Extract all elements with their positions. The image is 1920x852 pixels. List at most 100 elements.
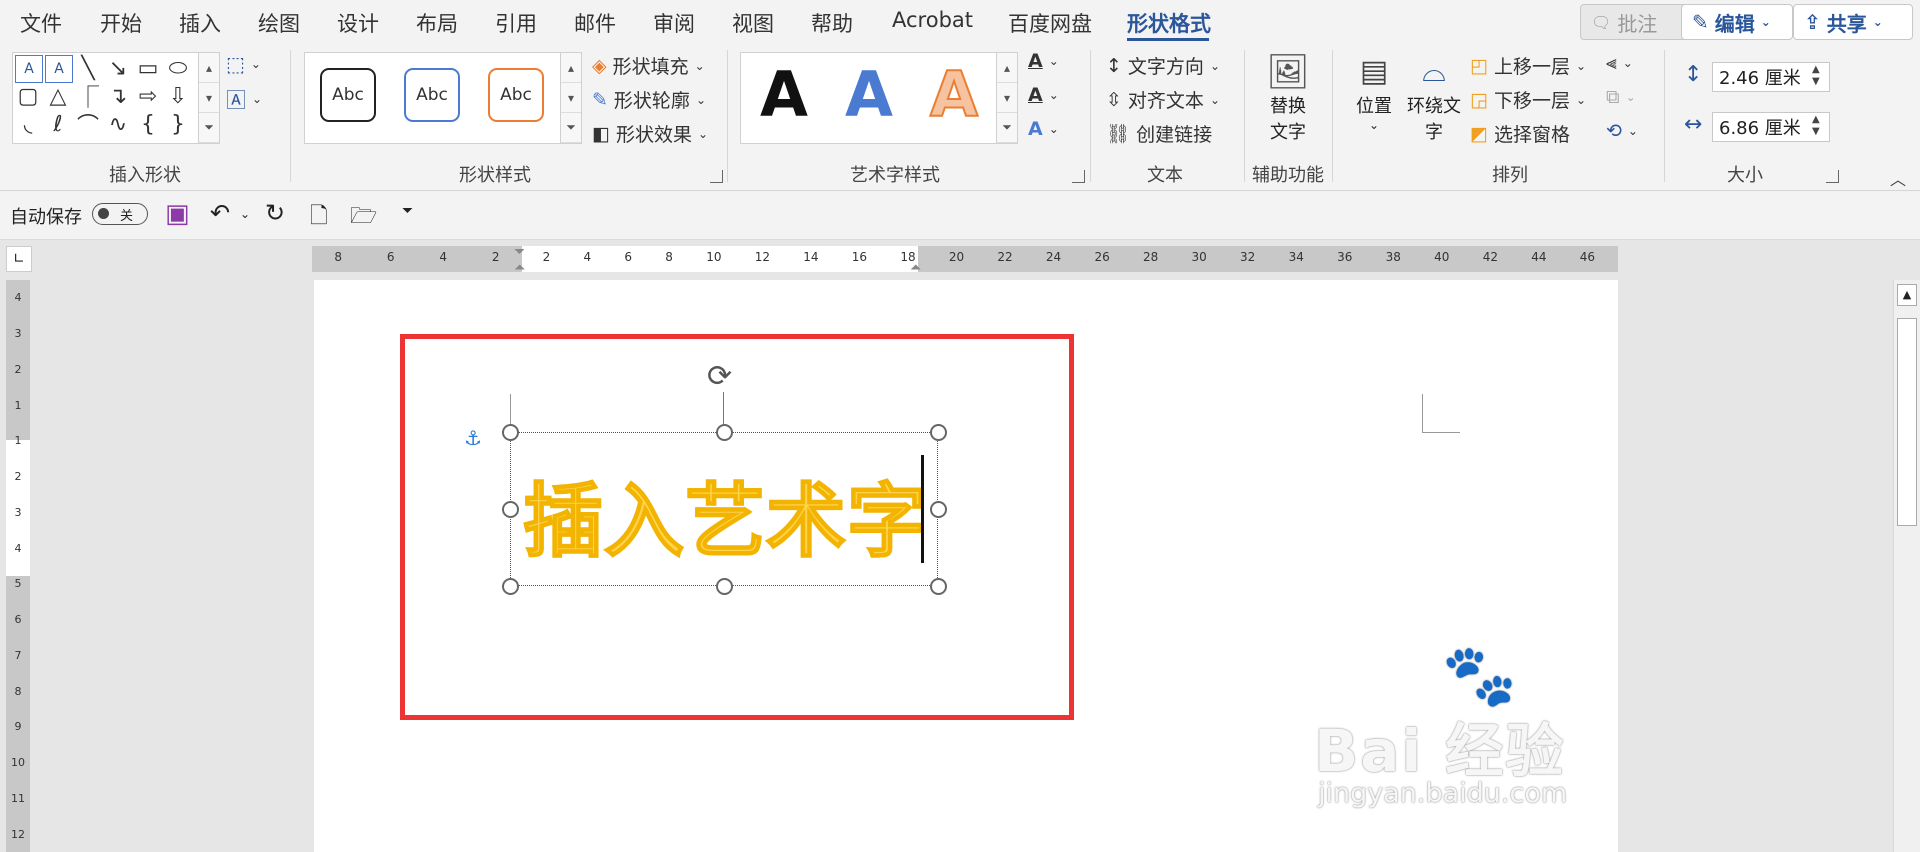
wordart-text[interactable]: 插入艺术字 bbox=[522, 457, 928, 573]
scribble-shape-icon[interactable]: ℓ bbox=[45, 111, 71, 137]
scroll-down-icon[interactable]: ▾ bbox=[561, 83, 581, 113]
scroll-down-icon[interactable]: ▾ bbox=[199, 83, 219, 113]
wordart-preset-blue[interactable]: A bbox=[845, 58, 893, 131]
resize-handle-top-right[interactable] bbox=[930, 424, 947, 441]
dialog-launcher-icon[interactable] bbox=[1826, 170, 1839, 183]
tab-view[interactable]: 视图 bbox=[732, 8, 774, 38]
customize-toolbar-icon[interactable]: ⏷ bbox=[402, 203, 413, 219]
shape-style-gallery-scroll[interactable]: ▴ ▾ ⏷ bbox=[560, 52, 582, 144]
position-button[interactable]: ▤ 位置 ⌄ bbox=[1348, 52, 1400, 152]
tab-home[interactable]: 开始 bbox=[100, 8, 142, 38]
redo-icon[interactable]: ↻ bbox=[265, 199, 285, 227]
resize-handle-left[interactable] bbox=[502, 501, 519, 518]
right-arrow-shape-icon[interactable]: ⇨ bbox=[135, 83, 161, 109]
group-objects-button[interactable]: ⧉ ⌄ bbox=[1606, 86, 1636, 108]
text-box-icon[interactable]: A bbox=[15, 55, 43, 83]
text-effects-button[interactable]: A ⌄ bbox=[1028, 118, 1059, 140]
oval-shape-icon[interactable]: ⬭ bbox=[165, 55, 191, 81]
tab-help[interactable]: 帮助 bbox=[811, 8, 853, 38]
wordart-gallery-scroll[interactable]: ▴ ▾ ⏷ bbox=[996, 52, 1018, 144]
scroll-up-icon[interactable]: ▴ bbox=[199, 53, 219, 83]
wordart-preset-black[interactable]: A bbox=[760, 58, 808, 131]
left-brace-shape-icon[interactable]: { bbox=[135, 111, 161, 137]
tab-baidu-netdisk[interactable]: 百度网盘 bbox=[1008, 8, 1092, 38]
document-page[interactable]: ⚓ ⟳ 插入艺术字 🐾 Bai 经验 jingyan.baidu.com bbox=[314, 280, 1618, 852]
expand-gallery-icon[interactable]: ⏷ bbox=[199, 113, 219, 143]
undo-icon[interactable]: ↶ bbox=[210, 199, 230, 227]
vertical-scrollbar[interactable]: ▲ bbox=[1893, 280, 1920, 852]
triangle-shape-icon[interactable]: △ bbox=[45, 83, 71, 109]
save-icon[interactable]: ▣ bbox=[165, 199, 190, 229]
vertical-text-box-icon[interactable]: A bbox=[45, 55, 73, 83]
tab-mailings[interactable]: 邮件 bbox=[574, 8, 616, 38]
text-direction-button[interactable]: ↕ 文字方向 ⌄ bbox=[1106, 52, 1220, 79]
curve-shape-icon[interactable]: ∿ bbox=[105, 111, 131, 137]
horizontal-ruler[interactable]: 8642 2 4 6 8 10 12 14 16 18 20 22 24 26 28 30 32 34 36 38 4… bbox=[312, 244, 1618, 276]
rotate-handle-icon[interactable]: ⟳ bbox=[707, 362, 732, 392]
vertical-ruler[interactable]: 4 3 2 1 1 2 3 4 5 6 7 8 9 10 11 12 bbox=[6, 280, 30, 852]
scroll-up-button[interactable]: ▲ bbox=[1897, 284, 1917, 306]
open-folder-icon[interactable]: 🗁 bbox=[350, 199, 377, 237]
wordart-text-box[interactable]: 插入艺术字 bbox=[510, 432, 938, 586]
elbow-arrow-connector-icon[interactable]: ↴ bbox=[105, 83, 131, 109]
tab-layout[interactable]: 布局 bbox=[416, 8, 458, 38]
shape-outline-button[interactable]: ✎ 形状轮廓 ⌄ bbox=[592, 86, 706, 113]
resize-handle-bottom-left[interactable] bbox=[502, 578, 519, 595]
scroll-up-icon[interactable]: ▴ bbox=[997, 53, 1017, 83]
tab-insert[interactable]: 插入 bbox=[179, 8, 221, 38]
dialog-launcher-icon[interactable] bbox=[1072, 170, 1085, 183]
tab-references[interactable]: 引用 bbox=[495, 8, 537, 38]
new-document-icon[interactable]: 🗋 bbox=[310, 199, 328, 237]
freeform-shape-icon[interactable]: ◟ bbox=[15, 111, 41, 137]
arc-shape-icon[interactable]: ⌒ bbox=[75, 111, 101, 139]
collapse-ribbon-icon[interactable]: ︿ bbox=[1890, 166, 1906, 190]
shape-effects-button[interactable]: ◧ 形状效果 ⌄ bbox=[592, 120, 708, 147]
tab-draw[interactable]: 绘图 bbox=[258, 8, 300, 38]
width-spinner[interactable]: ▲ ▼ bbox=[1812, 114, 1820, 138]
tab-file[interactable]: 文件 bbox=[20, 8, 62, 38]
tab-shape-format[interactable]: 形状格式 bbox=[1127, 8, 1211, 38]
right-indent-marker-icon[interactable]: ⏶ bbox=[910, 260, 921, 276]
text-fill-button[interactable]: A ⌄ bbox=[1028, 50, 1059, 72]
edit-shape-button[interactable]: ⬚ ⌄ bbox=[226, 52, 261, 76]
shapes-gallery[interactable]: A A ╲ ↘ ▭ ⬭ ▢ △ ⎾ ↴ ⇨ ⇩ ◟ ℓ ⌒ ∿ { } bbox=[12, 52, 202, 144]
wrap-text-button[interactable]: ⌓ 环绕文 字 bbox=[1406, 52, 1462, 152]
shapes-gallery-scroll[interactable]: ▴ ▾ ⏷ bbox=[198, 52, 220, 144]
expand-gallery-icon[interactable]: ⏷ bbox=[997, 113, 1017, 143]
align-objects-button[interactable]: ⫷ ⌄ bbox=[1606, 52, 1633, 74]
editing-button[interactable]: ✎ 编辑 ⌄ bbox=[1681, 4, 1793, 40]
tab-acrobat[interactable]: Acrobat bbox=[892, 8, 973, 32]
wordart-preset-orange[interactable]: A bbox=[929, 57, 979, 132]
send-backward-button[interactable]: ◲ 下移一层 ⌄ bbox=[1470, 86, 1586, 113]
resize-handle-top-left[interactable] bbox=[502, 424, 519, 441]
selection-pane-button[interactable]: ◩ 选择窗格 bbox=[1470, 120, 1570, 147]
arrow-line-shape-icon[interactable]: ↘ bbox=[105, 55, 131, 81]
elbow-connector-icon[interactable]: ⎾ bbox=[75, 83, 101, 111]
down-arrow-shape-icon[interactable]: ⇩ bbox=[165, 83, 191, 109]
shape-fill-button[interactable]: ◈ 形状填充 ⌄ bbox=[592, 52, 705, 79]
resize-handle-bottom-right[interactable] bbox=[930, 578, 947, 595]
scroll-down-icon[interactable]: ▾ bbox=[997, 83, 1017, 113]
rounded-rectangle-shape-icon[interactable]: ▢ bbox=[15, 83, 41, 109]
tab-design[interactable]: 设计 bbox=[337, 8, 379, 38]
resize-handle-top[interactable] bbox=[716, 424, 733, 441]
draw-text-box-button[interactable]: 🄰 ⌄ bbox=[226, 84, 262, 113]
rectangle-shape-icon[interactable]: ▭ bbox=[135, 55, 161, 81]
scroll-up-icon[interactable]: ▴ bbox=[561, 53, 581, 83]
shape-style-preset-dark[interactable]: Abc bbox=[320, 68, 376, 122]
shape-style-preset-blue[interactable]: Abc bbox=[404, 68, 460, 122]
rotate-button[interactable]: ⟲ ⌄ bbox=[1606, 120, 1638, 142]
left-indent-marker-icon[interactable]: ⏶ bbox=[514, 260, 525, 276]
text-outline-button[interactable]: A ⌄ bbox=[1028, 84, 1059, 106]
shape-style-preset-orange[interactable]: Abc bbox=[488, 68, 544, 122]
tab-selector-icon[interactable]: ∟ bbox=[6, 246, 32, 272]
undo-dropdown-icon[interactable]: ⌄ bbox=[240, 207, 250, 221]
height-spinner[interactable]: ▲ ▼ bbox=[1812, 64, 1820, 88]
bring-forward-button[interactable]: ◰ 上移一层 ⌄ bbox=[1470, 52, 1586, 79]
resize-handle-right[interactable] bbox=[930, 501, 947, 518]
first-line-indent-marker-icon[interactable]: ⏷ bbox=[514, 244, 525, 260]
scrollbar-thumb[interactable] bbox=[1897, 318, 1917, 526]
align-text-button[interactable]: ⇳ 对齐文本 ⌄ bbox=[1106, 86, 1220, 113]
tab-review[interactable]: 审阅 bbox=[653, 8, 695, 38]
autosave-toggle[interactable]: 关 bbox=[92, 203, 148, 225]
